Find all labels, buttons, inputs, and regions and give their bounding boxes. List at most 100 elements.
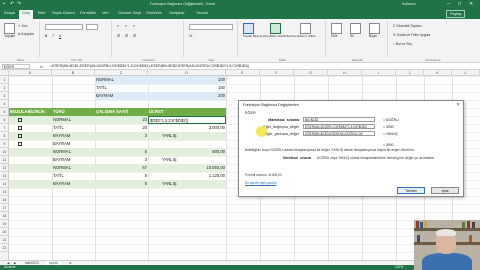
close-icon[interactable]: ✕ <box>456 102 460 108</box>
fee-cell[interactable]: 10.050,00 <box>148 164 226 172</box>
type-cell[interactable]: NORMAL <box>52 148 95 156</box>
font-name-select[interactable] <box>45 24 83 30</box>
redo-icon[interactable]: ↷ <box>17 1 21 7</box>
value-if-false-input[interactable]: EĞER(B6=$C$3;EĞER(A6=DOĞRU;C6* <box>303 131 375 136</box>
empty-cell[interactable] <box>9 164 52 172</box>
hours-cell[interactable]: 5 <box>95 148 148 156</box>
fee-cell[interactable]: 500,00 <box>148 148 226 156</box>
maximize-icon[interactable]: □ <box>458 1 461 7</box>
tab-data[interactable]: Veri <box>102 11 109 15</box>
fee-cell[interactable]: 3.000,00 <box>148 124 226 132</box>
delete-cells-button[interactable]: Sil <box>350 23 362 38</box>
underline-button[interactable]: A <box>59 34 61 38</box>
tab-view[interactable]: Görünüm <box>146 11 162 15</box>
percent-icon[interactable]: % , <box>189 34 194 38</box>
hours-cell[interactable]: 3 <box>95 132 148 140</box>
formula-input[interactable]: =EĞER(B5=$C$1;EĞER(A5=DOĞRU;C5*$D$1*1,5;… <box>50 64 470 69</box>
row-header[interactable]: 9 <box>0 140 9 148</box>
tab-page-layout[interactable]: Sayfa Düzeni <box>52 11 75 15</box>
hours-cell[interactable] <box>95 140 148 148</box>
checkbox[interactable] <box>18 141 22 146</box>
fee-cell[interactable]: YANLIŞ <box>148 180 226 188</box>
header-cell[interactable]: BOZULABİLİRLİK <box>9 108 52 116</box>
tab-formulas[interactable]: Formüller <box>80 11 96 15</box>
row-header[interactable]: 14 <box>0 180 9 188</box>
row-header[interactable]: 18 <box>0 212 9 220</box>
row-header[interactable]: 15 <box>0 188 9 196</box>
autosum-button[interactable]: Σ Otomatik Toplam <box>393 24 421 28</box>
hours-cell[interactable]: 67 <box>95 164 148 172</box>
undo-icon[interactable]: ↶ <box>10 1 14 7</box>
row-header[interactable]: 22 <box>0 244 9 252</box>
empty-cell[interactable] <box>9 180 52 188</box>
checkbox-cell[interactable] <box>9 124 52 132</box>
row-header[interactable]: 4 <box>0 100 9 108</box>
font-size-select[interactable] <box>86 24 98 30</box>
italic-button[interactable]: T <box>52 34 54 38</box>
type-cell[interactable]: BAYRAM <box>52 156 95 164</box>
row-header[interactable]: 12 <box>0 164 9 172</box>
paste-button[interactable]: Yapıştır <box>4 23 16 38</box>
align-top-icon[interactable]: ≡ <box>117 24 119 28</box>
rate-value-cell[interactable]: 150 <box>148 84 226 92</box>
ok-button[interactable]: Tamam <box>397 187 425 194</box>
hours-cell[interactable]: 5 <box>95 180 148 188</box>
fee-cell[interactable]: YANLIŞ <box>148 156 226 164</box>
type-cell[interactable]: BAYRAM <box>52 140 95 148</box>
conditional-format-button[interactable]: Koşullu Biçimlendirme <box>243 23 271 38</box>
align-bottom-icon[interactable]: ≡ <box>133 24 135 28</box>
header-cell[interactable]: ÇALIŞMA SAATİ <box>95 108 148 116</box>
cell-styles-button[interactable]: Hücre Stilleri <box>300 23 316 38</box>
align-left-icon[interactable]: ☰ <box>117 34 120 38</box>
copy-button[interactable]: ⧉ Kopyala <box>18 32 34 36</box>
cancel-button[interactable]: İptal <box>431 187 459 194</box>
empty-cell[interactable] <box>9 156 52 164</box>
header-cell[interactable]: ÜCRET <box>148 108 226 116</box>
row-header[interactable]: 16 <box>0 196 9 204</box>
align-center-icon[interactable]: ☰ <box>125 34 128 38</box>
row-header[interactable]: 6 <box>0 116 9 124</box>
close-window-icon[interactable]: ✕ <box>469 1 473 7</box>
align-middle-icon[interactable]: ≡ <box>125 24 127 28</box>
row-header[interactable]: 10 <box>0 148 9 156</box>
type-cell[interactable]: NORMAL <box>52 116 95 124</box>
row-header[interactable]: 2 <box>0 84 9 92</box>
checkbox[interactable] <box>18 117 22 122</box>
row-header[interactable]: 3 <box>0 92 9 100</box>
type-cell[interactable]: NORMAL <box>52 164 95 172</box>
tab-home[interactable]: Giriş <box>19 10 33 19</box>
share-button[interactable]: Paylaş <box>446 10 466 18</box>
rate-value-cell[interactable]: 200 <box>148 92 226 100</box>
type-cell[interactable]: BAYRAM <box>52 132 95 140</box>
checkbox-cell[interactable] <box>9 140 52 148</box>
checkbox-cell[interactable] <box>9 132 52 140</box>
value-if-true-input[interactable]: EĞER(A6=DOĞRU;C6*$D$2*1,5;C6*$D$2) <box>303 124 375 129</box>
insert-cells-button[interactable]: Ekle <box>331 23 343 38</box>
hours-cell[interactable]: 5 <box>95 172 148 180</box>
format-cells-button[interactable]: Biçim <box>369 23 381 38</box>
tab-help[interactable]: Yardım <box>196 11 208 15</box>
save-icon[interactable]: ▪ <box>3 1 5 7</box>
row-header[interactable]: 5 <box>0 108 9 116</box>
bold-button[interactable]: K <box>45 34 47 38</box>
rate-type-cell[interactable]: TATİL <box>95 84 148 92</box>
cut-button[interactable]: ✂ Kes <box>18 24 28 28</box>
row-header[interactable]: 20 <box>0 228 9 236</box>
checkbox[interactable] <box>18 133 22 138</box>
user-name[interactable]: Kullanıcı <box>402 2 416 6</box>
tab-developer[interactable]: Geliştirici <box>169 11 184 15</box>
fee-cell[interactable]: YANLIŞ <box>148 132 226 140</box>
tab-review[interactable]: Gözden Geçir <box>118 11 141 15</box>
zoom-level[interactable]: 100% <box>395 265 403 270</box>
row-header[interactable]: 11 <box>0 156 9 164</box>
find-select-button[interactable]: ⌕ Bul ve Seç <box>393 42 412 46</box>
row-header[interactable]: 21 <box>0 236 9 244</box>
row-header[interactable]: 19 <box>0 220 9 228</box>
minimize-icon[interactable]: – <box>447 1 450 7</box>
type-cell[interactable]: BAYRAM <box>52 180 95 188</box>
empty-cell[interactable] <box>9 148 52 156</box>
tab-insert[interactable]: Ekle <box>38 11 45 15</box>
row-header[interactable]: 7 <box>0 124 9 132</box>
row-header[interactable]: 8 <box>0 132 9 140</box>
fee-cell[interactable]: 1.125,00 <box>148 172 226 180</box>
